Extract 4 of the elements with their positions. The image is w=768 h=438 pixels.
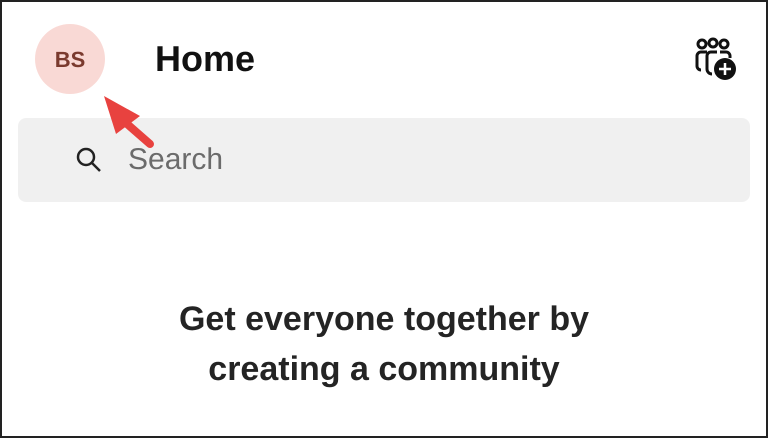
page-title: Home: [155, 37, 256, 81]
search-field[interactable]: Search: [18, 118, 750, 202]
avatar[interactable]: BS: [35, 24, 105, 94]
empty-state-message: Get everyone together by creating a community: [178, 299, 590, 390]
